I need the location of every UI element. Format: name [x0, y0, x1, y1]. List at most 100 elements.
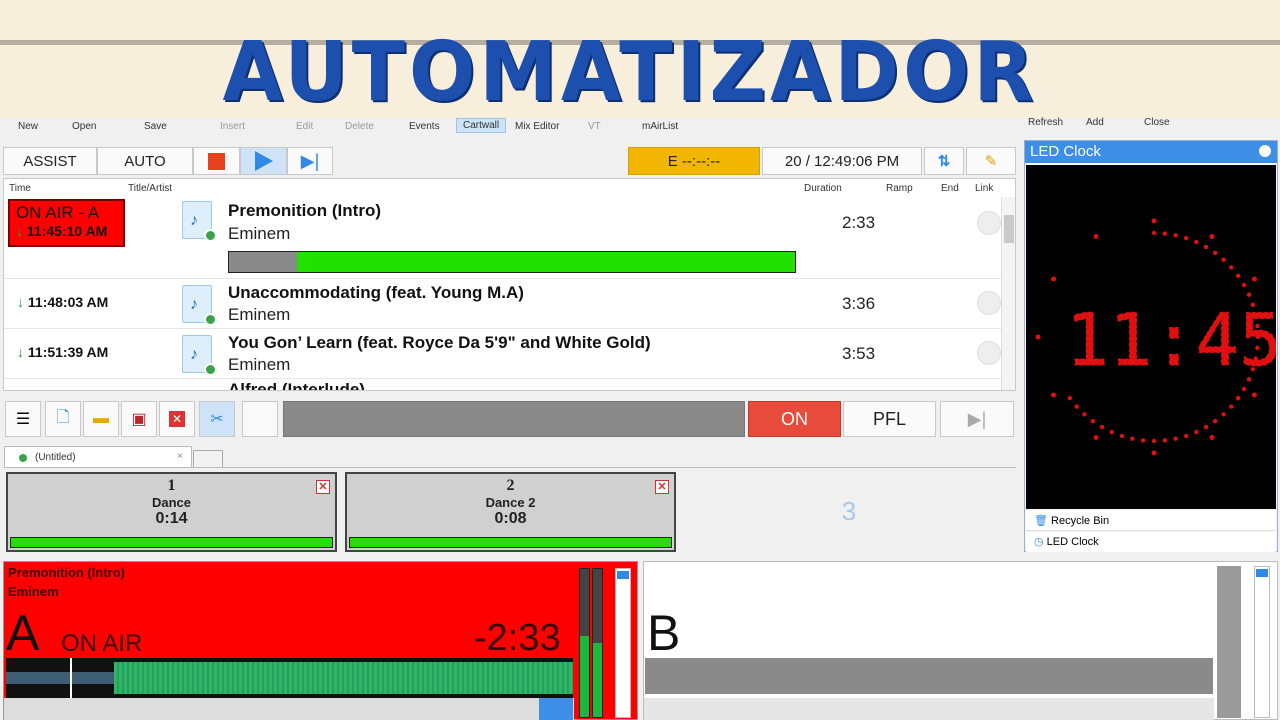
deck-a-title: Premonition (Intro): [8, 565, 125, 580]
scrollbar[interactable]: [1001, 197, 1015, 390]
column-duration[interactable]: Duration: [804, 183, 842, 194]
led-hour-marker: [1051, 392, 1057, 398]
led-clock-item[interactable]: ◷ LED Clock: [1026, 532, 1276, 552]
save-button[interactable]: ▣: [121, 401, 157, 437]
blank-button[interactable]: [242, 401, 278, 437]
recycle-bin-item[interactable]: 🗑 Recycle Bin: [1026, 511, 1276, 531]
audio-file-icon: ♪: [182, 335, 217, 376]
deck-b: B: [643, 561, 1278, 720]
cart-player-2[interactable]: 2 Dance 2 0:08 ✕: [345, 472, 676, 552]
auto-button[interactable]: AUTO: [97, 147, 193, 175]
track-title: Premonition (Intro): [228, 201, 381, 220]
panel-title: LED Clock: [1030, 143, 1101, 160]
menu-refresh[interactable]: Refresh: [1028, 117, 1063, 128]
play-button[interactable]: [539, 698, 573, 720]
menu-open[interactable]: Open: [72, 121, 96, 132]
link-toggle[interactable]: [977, 211, 1001, 235]
volume-slider[interactable]: [615, 568, 631, 718]
led-hour-marker: [1093, 434, 1099, 440]
menu-save[interactable]: Save: [144, 121, 167, 132]
led-time: 11:45: [1066, 298, 1276, 382]
panel-title-bar: LED Clock: [1025, 141, 1277, 163]
open-folder-button[interactable]: ▬: [83, 401, 119, 437]
menu-delete[interactable]: Delete: [345, 121, 374, 132]
pfl-button[interactable]: PFL: [843, 401, 936, 437]
cart-close-icon[interactable]: ✕: [316, 480, 330, 494]
led-second-dot: [1229, 265, 1234, 270]
down-arrow-icon: ↓: [17, 344, 24, 360]
new-tab-button[interactable]: [193, 450, 223, 467]
tools-button[interactable]: ✂: [199, 401, 235, 437]
column-time[interactable]: Time: [9, 183, 31, 194]
led-second-dot: [1162, 438, 1168, 443]
play-button[interactable]: [240, 147, 287, 175]
folder-icon: ▬: [93, 410, 109, 427]
tab-close-icon[interactable]: ×: [177, 451, 183, 462]
menu-events[interactable]: Events: [409, 121, 440, 132]
menu-new[interactable]: New: [18, 121, 38, 132]
volume-slider-handle[interactable]: [1256, 569, 1268, 577]
play-icon: [254, 151, 273, 171]
cartwall-tab[interactable]: (Untitled) ×: [4, 446, 192, 468]
playlist-row[interactable]: ↓ 11:51:39 AM ♪ You Gon’ Learn (feat. Ro…: [4, 329, 1001, 379]
menu-insert[interactable]: Insert: [220, 121, 245, 132]
scrollbar-thumb[interactable]: [1004, 215, 1014, 243]
deck-a-waveform: [6, 658, 573, 698]
cart-time: 0:14: [155, 510, 188, 527]
track-progress: [228, 251, 796, 273]
column-ramp[interactable]: Ramp: [886, 183, 913, 194]
audio-file-icon: ♪: [182, 285, 217, 326]
column-link[interactable]: Link: [975, 183, 993, 194]
new-file-button[interactable]: 🗋: [45, 401, 81, 437]
menu-add[interactable]: Add: [1086, 117, 1104, 128]
volume-slider-handle[interactable]: [617, 571, 629, 579]
start-time-wrap: ↓ 11:51:39 AM: [17, 344, 108, 360]
vu-meter-right: [592, 568, 603, 718]
waveform-played: [6, 672, 114, 684]
link-toggle[interactable]: [977, 291, 1001, 315]
stop-button[interactable]: [193, 147, 240, 175]
deck-a-letter: A: [6, 605, 40, 661]
led-second-dot: [1221, 257, 1226, 262]
skip-icon: ▶|: [300, 150, 320, 171]
link-toggle[interactable]: [977, 341, 1001, 365]
sort-icon: ⇅: [937, 153, 951, 170]
led-hour-marker: [1209, 434, 1215, 440]
deck-a: Premonition (Intro) Eminem A ON AIR -2:3…: [3, 561, 638, 720]
skip-icon: ▶|: [967, 408, 987, 429]
menu-close[interactable]: Close: [1144, 117, 1170, 128]
led-second-dot: [1235, 273, 1241, 279]
clock-icon: ◷: [1034, 536, 1044, 548]
cart-player-3[interactable]: 3: [684, 472, 1014, 552]
menu-edit[interactable]: Edit: [296, 121, 313, 132]
assist-button[interactable]: ASSIST: [3, 147, 97, 175]
volume-slider[interactable]: [1254, 566, 1270, 718]
column-title[interactable]: Title/Artist: [128, 183, 172, 194]
vu-meter: [1217, 566, 1241, 718]
led-hour-marker: [1093, 234, 1099, 240]
track-title: You Gon’ Learn (feat. Royce Da 5'9" and …: [228, 333, 651, 352]
led-second-dot: [1074, 404, 1079, 409]
close-button[interactable]: ✕: [159, 401, 195, 437]
deck-b-letter: B: [647, 605, 681, 661]
track-artist: Eminem: [228, 224, 291, 243]
column-end[interactable]: End: [941, 183, 959, 194]
on-button[interactable]: ON: [748, 401, 841, 437]
menu-mairlist[interactable]: mAirList: [642, 121, 678, 132]
skip-button[interactable]: ▶|: [287, 147, 333, 175]
menu-mix-editor[interactable]: Mix Editor: [515, 121, 559, 132]
sort-button[interactable]: ⇅: [924, 147, 964, 175]
cart-player-1[interactable]: 1 Dance 0:14 ✕: [6, 472, 337, 552]
menu-button[interactable]: ☰: [5, 401, 41, 437]
counter-clock: 20 / 12:49:06 PM: [762, 147, 922, 175]
menu-cartwall[interactable]: Cartwall: [456, 118, 507, 133]
menu-vt[interactable]: VT: [588, 121, 601, 132]
next-button[interactable]: ▶|: [940, 401, 1014, 437]
edit-button[interactable]: ✎: [966, 147, 1016, 175]
cart-close-icon[interactable]: ✕: [655, 480, 669, 494]
playlist-row[interactable]: ↓ 11:48:03 AM ♪ Unaccommodating (feat. Y…: [4, 279, 1001, 329]
playlist-row[interactable]: Alfred (Interlude): [4, 379, 1001, 390]
led-hour-marker: [1251, 276, 1257, 282]
playlist-header: Time Title/Artist Duration Ramp End Link: [4, 179, 1004, 197]
playlist-row[interactable]: ON AIR - A ↓ 11:45:10 AM ♪ Premonition (…: [4, 197, 1001, 279]
